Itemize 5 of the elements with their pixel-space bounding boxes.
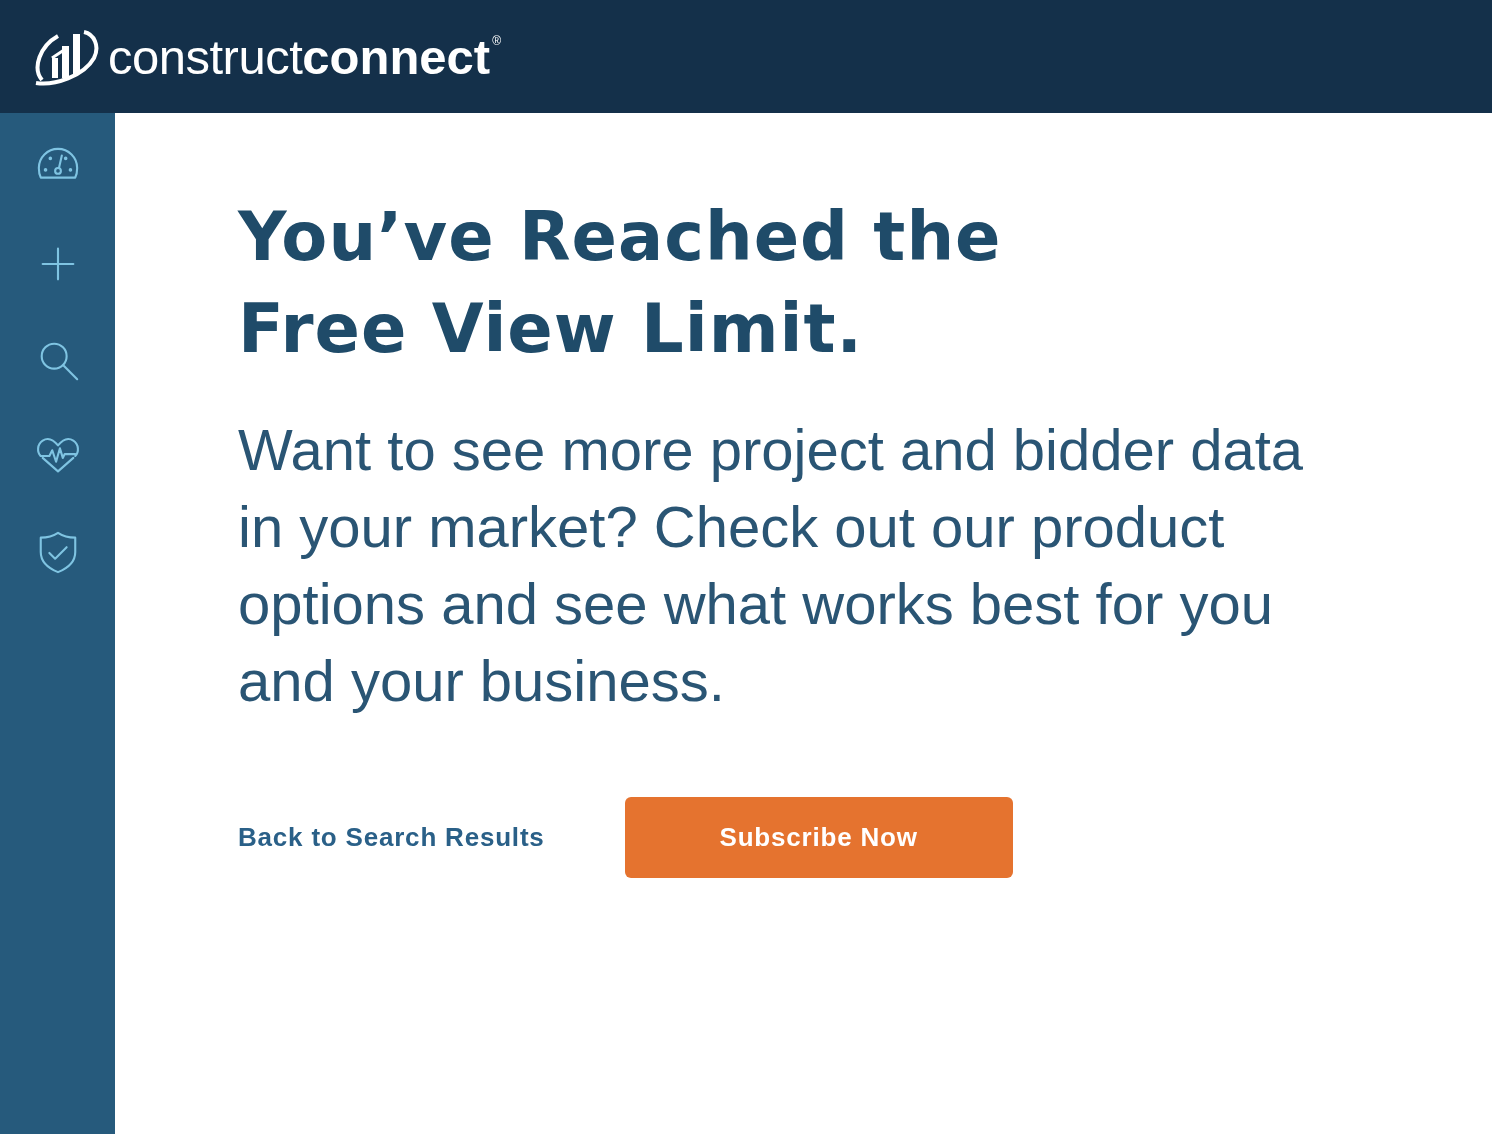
page-heading: You’ve Reached the Free View Limit. — [238, 197, 1003, 370]
back-link[interactable]: Back to Search Results — [238, 822, 545, 853]
logo-wordmark[interactable]: constructconnect$^{®}$ — [108, 31, 501, 82]
buildings-swoosh-icon — [34, 27, 100, 86]
body-paragraph: Want to see more project and bidder data in your market? Check out our product options and see what works best for you and your business. — [238, 416, 1304, 715]
